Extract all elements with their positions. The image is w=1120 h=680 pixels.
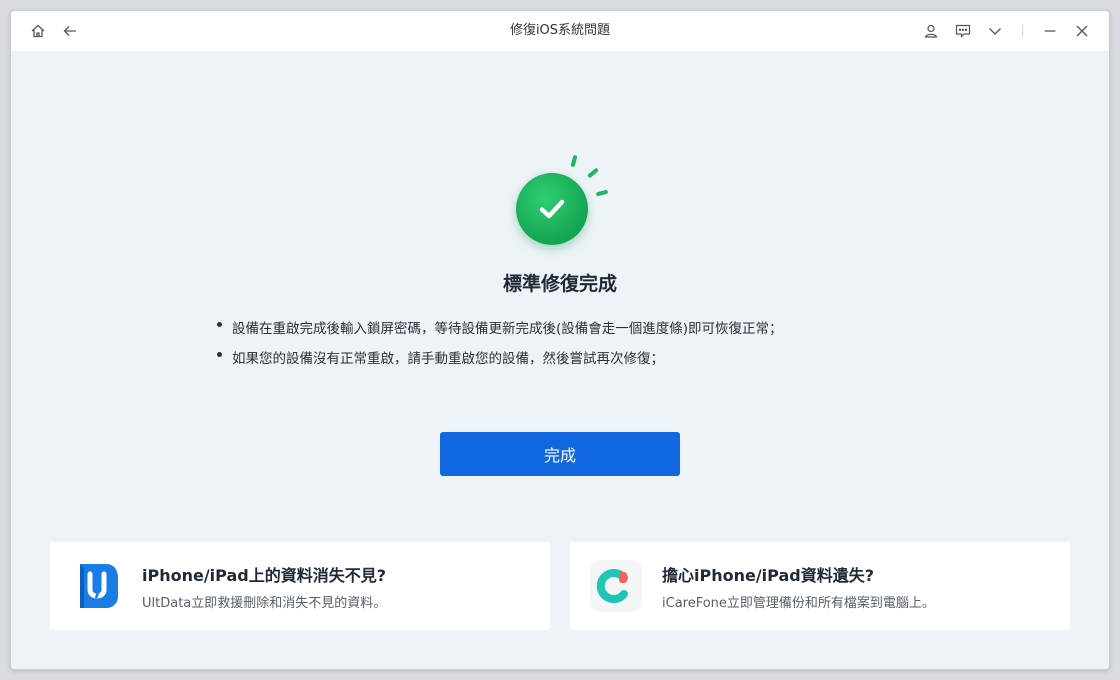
instruction-text: 設備在重啟完成後輸入鎖屏密碼，等待設備更新完成後(設備會走一個進度條)即可恢復正… bbox=[232, 321, 783, 337]
back-button[interactable] bbox=[61, 22, 79, 40]
promo-card-text: iPhone/iPad上的資料消失不見? UltData立即救援刪除和消失不見的… bbox=[142, 562, 386, 611]
minimize-button[interactable] bbox=[1041, 22, 1059, 40]
minimize-icon bbox=[1044, 30, 1056, 32]
promo-card-description: UltData立即救援刪除和消失不見的資料。 bbox=[142, 595, 387, 611]
title-bar-left-controls bbox=[29, 11, 79, 51]
back-arrow-icon bbox=[63, 26, 76, 36]
instruction-item: 設備在重啟完成後輸入鎖屏密碼，等待設備更新完成後(設備會走一個進度條)即可恢復正… bbox=[217, 312, 917, 342]
feedback-button[interactable] bbox=[954, 22, 972, 40]
icarefone-logo-icon bbox=[590, 560, 642, 612]
spark-mark bbox=[570, 154, 578, 168]
title-bar-divider bbox=[1022, 25, 1023, 37]
promo-card-title: iPhone/iPad上的資料消失不見? bbox=[142, 565, 386, 585]
close-icon bbox=[1076, 25, 1088, 37]
done-button[interactable]: 完成 bbox=[440, 432, 680, 476]
promo-card-title: 擔心iPhone/iPad資料遺失? bbox=[662, 565, 874, 585]
promo-card-icarefone[interactable]: 擔心iPhone/iPad資料遺失? iCareFone立即管理備份和所有檔案到… bbox=[570, 542, 1070, 630]
title-bar: 修復iOS系統問題 bbox=[11, 11, 1109, 51]
chevron-down-icon bbox=[989, 28, 1001, 35]
spark-mark bbox=[587, 167, 599, 179]
home-icon bbox=[31, 24, 45, 38]
bullet-dot bbox=[217, 351, 222, 357]
main-content: 標準修復完成 設備在重啟完成後輸入鎖屏密碼，等待設備更新完成後(設備會走一個進度… bbox=[11, 51, 1109, 669]
ultdata-logo-icon bbox=[80, 564, 118, 608]
user-icon bbox=[924, 24, 938, 38]
feedback-icon bbox=[955, 24, 971, 38]
home-button[interactable] bbox=[29, 22, 47, 40]
bullet-dot bbox=[217, 321, 222, 327]
instruction-item: 如果您的設備沒有正常重啟，請手動重啟您的設備，然後嘗試再次修復； bbox=[217, 342, 917, 372]
result-headline: 標準修復完成 bbox=[502, 273, 617, 295]
title-bar-right-controls bbox=[922, 11, 1091, 51]
spark-mark bbox=[595, 189, 609, 197]
success-check-icon bbox=[516, 173, 588, 245]
promo-card-ultdata[interactable]: iPhone/iPad上的資料消失不見? UltData立即救援刪除和消失不見的… bbox=[50, 542, 550, 630]
account-button[interactable] bbox=[922, 22, 940, 40]
app-window: 修復iOS系統問題 標準修復完成 設備在重啟完成後輸入鎖屏密碼，等待設備更新完成… bbox=[10, 10, 1110, 670]
success-indicator bbox=[516, 154, 609, 245]
instruction-list: 設備在重啟完成後輸入鎖屏密碼，等待設備更新完成後(設備會走一個進度條)即可恢復正… bbox=[217, 312, 917, 372]
promo-card-description: iCareFone立即管理備份和所有檔案到電腦上。 bbox=[662, 595, 935, 611]
menu-dropdown-button[interactable] bbox=[986, 22, 1004, 40]
close-button[interactable] bbox=[1073, 22, 1091, 40]
instruction-text: 如果您的設備沒有正常重啟，請手動重啟您的設備，然後嘗試再次修復； bbox=[232, 351, 664, 367]
promo-card-text: 擔心iPhone/iPad資料遺失? iCareFone立即管理備份和所有檔案到… bbox=[662, 562, 935, 611]
